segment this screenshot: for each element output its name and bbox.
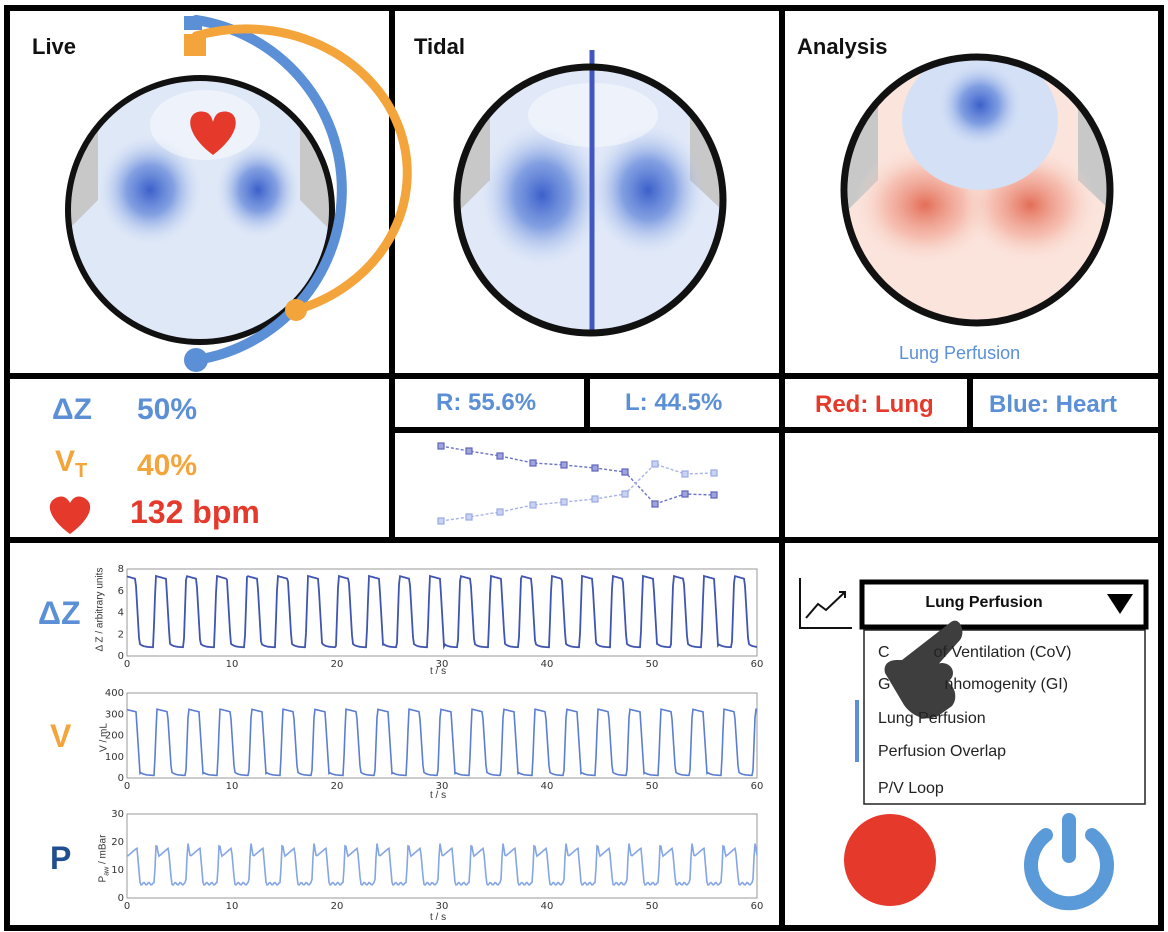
trend-marker-left (681, 470, 689, 478)
trend-marker-right (651, 500, 659, 508)
x-tick-label: 10 (226, 659, 239, 670)
waveform-v-label: V (50, 718, 72, 754)
y-tick-label: 30 (111, 809, 124, 820)
x-tick-label: 20 (331, 659, 344, 670)
x-tick-label: 50 (646, 781, 659, 792)
trend-marker-right (465, 447, 473, 455)
trend-marker-right (437, 442, 445, 450)
x-tick-label: 10 (226, 781, 239, 792)
v-xlabel: t / s (430, 790, 447, 801)
x-tick-label: 20 (331, 901, 344, 912)
heart-rate-icon (49, 496, 91, 534)
ratio-trend-plot (440, 445, 715, 522)
y-tick-label: 2 (118, 629, 124, 640)
tidal-panel-title: Tidal (414, 34, 465, 59)
trend-marker-right (496, 452, 504, 460)
vt-value: 40% (137, 449, 198, 482)
x-tick-label: 40 (541, 781, 554, 792)
menu-item-pv-loop[interactable]: P/V Loop (878, 780, 944, 798)
vt-symbol: VT (55, 445, 88, 482)
menu-item-gi[interactable]: Gnhomogenity (GI) (878, 676, 1068, 694)
trend-marker-left (560, 498, 568, 506)
y-tick-label: 0 (118, 773, 124, 784)
x-tick-label: 40 (541, 659, 554, 670)
trend-marker-left (591, 495, 599, 503)
waveform-trace (126, 574, 758, 650)
trend-marker-left (437, 517, 445, 525)
record-button[interactable] (844, 814, 936, 906)
x-tick-label: 60 (751, 901, 764, 912)
eit-monitor-screen: 0 10 20 30 40 50 60 0 2 4 6 8 0 10 20 30 40 50 60 0 100 200 30… (0, 0, 1168, 932)
analysis-panel-title: Analysis (797, 34, 888, 59)
y-tick-label: 20 (111, 837, 124, 848)
dropdown-selected[interactable]: Lung Perfusion (864, 594, 1104, 612)
x-tick-label: 20 (331, 781, 344, 792)
x-tick-label: 30 (436, 901, 449, 912)
y-tick-label: 8 (118, 564, 124, 575)
x-tick-label: 60 (751, 659, 764, 670)
trend-marker-left (651, 460, 659, 468)
x-tick-label: 0 (124, 781, 130, 792)
x-tick-label: 60 (751, 781, 764, 792)
trend-marker-right (710, 491, 718, 499)
p-ylabel: Paw / mBar (97, 834, 111, 883)
x-tick-label: 10 (226, 901, 239, 912)
dz-ylabel: Δ Z / arbitrary units (94, 567, 106, 652)
dz-xlabel: t / s (430, 666, 447, 677)
tidal-right-value: R: 55.6% (436, 389, 537, 416)
trend-marker-right (681, 490, 689, 498)
waveform-axes-box (126, 692, 758, 779)
dz-symbol: ΔZ (52, 393, 92, 426)
trend-marker-right (560, 461, 568, 469)
v-ylabel: V / mL (98, 723, 110, 752)
legend-blue: Blue: Heart (989, 391, 1118, 418)
x-tick-label: 50 (646, 659, 659, 670)
trend-marker-right (621, 468, 629, 476)
menu-item-lung-perfusion[interactable]: Lung Perfusion (878, 710, 986, 728)
y-tick-label: 0 (118, 893, 124, 904)
x-tick-label: 40 (541, 901, 554, 912)
trend-marker-left (710, 469, 718, 477)
dz-value: 50% (137, 393, 198, 426)
menu-item-perfusion-overlap[interactable]: Perfusion Overlap (878, 743, 1006, 761)
waveform-dz-label: ΔZ (38, 595, 81, 631)
trend-marker-right (529, 459, 537, 467)
waveform-p-label: P (50, 840, 72, 876)
p-xlabel: t / s (430, 912, 447, 923)
y-tick-label: 6 (118, 586, 124, 597)
waveform-trace (126, 843, 758, 887)
x-tick-label: 50 (646, 901, 659, 912)
tidal-left-value: L: 44.5% (625, 389, 723, 416)
menu-item-cov[interactable]: Cof Ventilation (CoV) (878, 644, 1071, 662)
live-panel-title: Live (32, 34, 77, 59)
legend-red: Red: Lung (815, 391, 934, 418)
analysis-caption: Lung Perfusion (899, 343, 1021, 363)
y-tick-label: 10 (111, 865, 124, 876)
y-tick-label: 4 (118, 608, 124, 619)
x-tick-label: 0 (124, 659, 130, 670)
waveform-trace (126, 708, 758, 777)
y-tick-label: 0 (118, 651, 124, 662)
trend-marker-left (465, 513, 473, 521)
trend-marker-right (591, 464, 599, 472)
trend-marker-left (496, 508, 504, 516)
power-button[interactable] (1022, 814, 1116, 908)
trend-marker-left (529, 501, 537, 509)
trend-marker-left (621, 490, 629, 498)
heart-rate-value: 132 bpm (130, 494, 260, 530)
chart-view-button[interactable] (796, 576, 856, 632)
x-tick-label: 0 (124, 901, 130, 912)
